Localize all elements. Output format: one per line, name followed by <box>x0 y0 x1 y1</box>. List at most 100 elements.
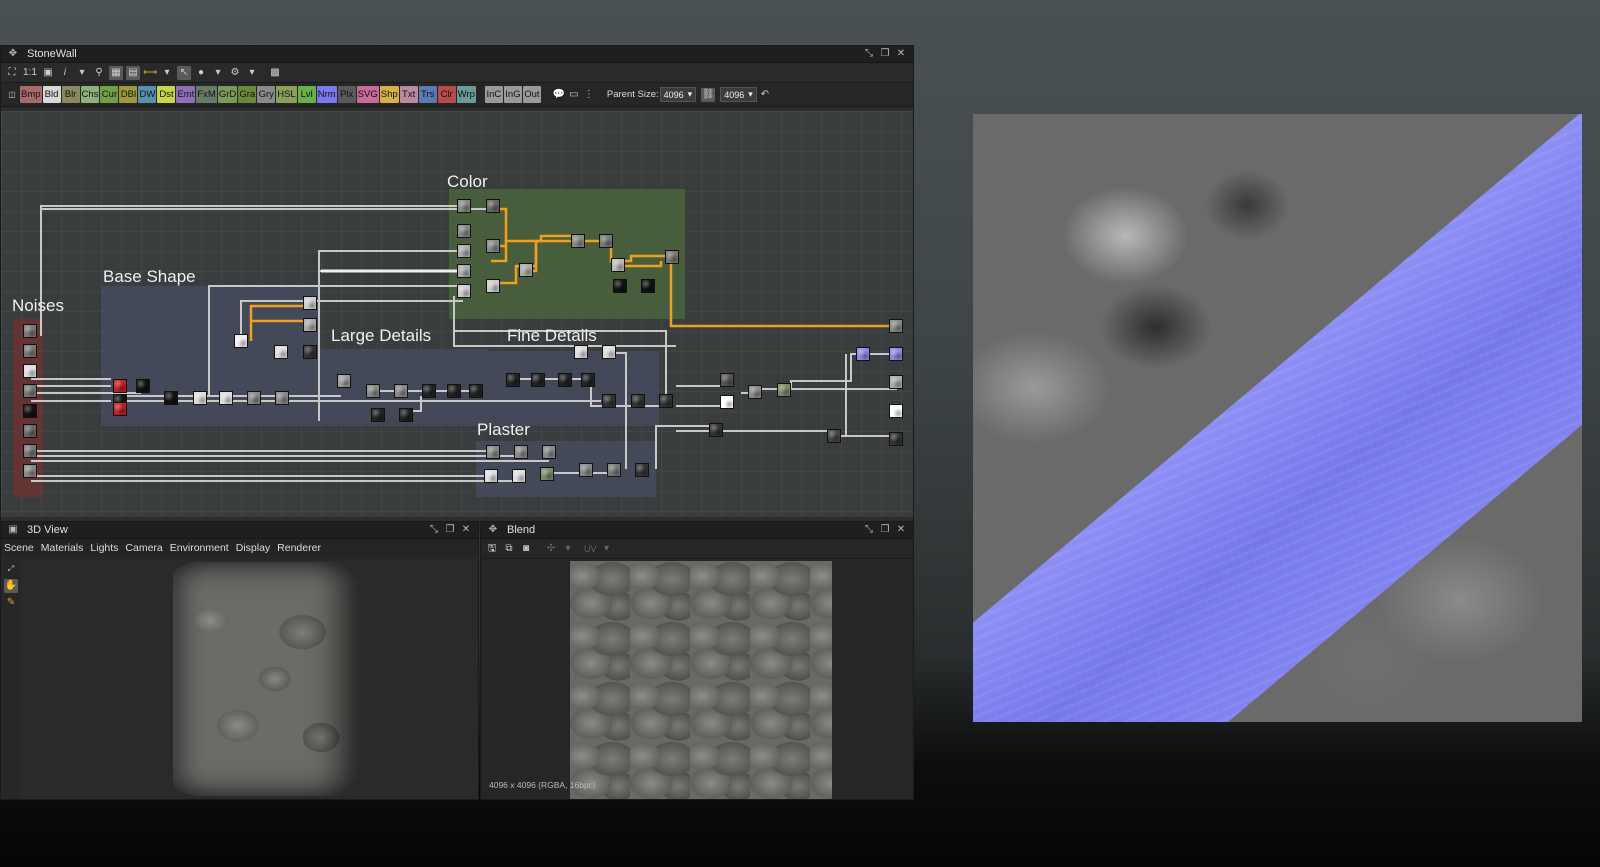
zoom-level[interactable]: 1:1 <box>22 66 38 80</box>
graph-node[interactable] <box>23 424 37 438</box>
graph-node[interactable] <box>457 244 471 258</box>
sphere-icon[interactable]: ● <box>194 66 208 80</box>
graph-node[interactable] <box>484 469 498 483</box>
parent-width-select[interactable]: 4096 ▾ <box>659 87 697 102</box>
graph-node[interactable] <box>457 284 471 298</box>
copy-icon[interactable]: ⧉ <box>502 542 516 556</box>
dropdown-icon[interactable]: ▾ <box>211 66 225 80</box>
close-icon[interactable]: ✕ <box>893 47 909 61</box>
move-icon[interactable]: ✥ <box>5 47 21 61</box>
export-icon[interactable]: ▩ <box>268 66 282 80</box>
graph-node[interactable] <box>371 408 385 422</box>
graph-node[interactable] <box>23 344 37 358</box>
graph-node[interactable] <box>631 394 645 408</box>
graph-node[interactable] <box>558 373 572 387</box>
graph-node[interactable] <box>574 345 588 359</box>
node-button-dst[interactable]: Dst <box>157 86 176 103</box>
node-button-wrp[interactable]: Wrp <box>456 86 476 103</box>
expand-icon[interactable]: ⤢ <box>4 562 18 576</box>
graph-node[interactable] <box>720 373 734 387</box>
layout-icon[interactable]: ▤ <box>126 65 140 80</box>
graph-node[interactable] <box>889 404 903 418</box>
graph-node[interactable] <box>827 429 841 443</box>
node-button-plx[interactable]: Plx <box>337 86 356 103</box>
graph-node[interactable] <box>113 402 127 416</box>
graph-node[interactable] <box>23 464 37 478</box>
dropdown-icon[interactable]: ▾ <box>160 66 174 80</box>
io-button-out[interactable]: Out <box>522 86 541 103</box>
graph-node[interactable] <box>469 384 483 398</box>
graph-node[interactable] <box>486 279 500 293</box>
graph-node[interactable] <box>889 319 903 333</box>
dropdown-icon[interactable]: ▾ <box>245 66 259 80</box>
fit-icon[interactable]: ⛶ <box>5 66 19 80</box>
dropdown-icon[interactable]: ▾ <box>561 542 575 556</box>
graph-node[interactable] <box>447 384 461 398</box>
frame-icon[interactable]: ▭ <box>567 88 581 102</box>
menu-camera[interactable]: Camera <box>125 542 162 554</box>
light-tool-icon[interactable]: ✎ <box>4 596 18 610</box>
node-button-cur[interactable]: Cur <box>100 86 119 103</box>
node-button-dw[interactable]: DW <box>138 86 157 103</box>
node-button-shp[interactable]: Shp <box>379 86 399 103</box>
graph-node[interactable] <box>399 408 413 422</box>
graph-node[interactable] <box>247 391 261 405</box>
graph-node[interactable] <box>571 234 585 248</box>
more-icon[interactable]: ⋮ <box>582 88 596 102</box>
node-button-gry[interactable]: Gry <box>257 86 276 103</box>
dropdown-icon[interactable]: ▾ <box>75 66 89 80</box>
link-size-icon[interactable]: ⛓ <box>701 87 716 102</box>
graph-node[interactable] <box>457 224 471 238</box>
node-button-txt[interactable]: Txt <box>399 86 418 103</box>
node-button-bld[interactable]: Bld <box>42 86 61 103</box>
graph-node[interactable] <box>486 239 500 253</box>
graph-node[interactable] <box>856 347 870 361</box>
graph-node[interactable] <box>540 467 554 481</box>
graph-node[interactable] <box>542 445 556 459</box>
collapse-icon[interactable]: ◫ <box>5 88 19 102</box>
menu-display[interactable]: Display <box>236 542 270 554</box>
gear-icon[interactable]: ⚙ <box>228 66 242 80</box>
node-button-trs[interactable]: Trs <box>418 86 437 103</box>
node-button-svg[interactable]: SVG <box>356 86 379 103</box>
node-button-fxm[interactable]: FxM <box>196 86 217 103</box>
viewport-3d[interactable] <box>21 560 478 799</box>
graph-node[interactable] <box>275 391 289 405</box>
close-icon[interactable]: ✕ <box>458 523 474 537</box>
parent-height-select[interactable]: 4096 ▾ <box>720 87 757 102</box>
graph-node[interactable] <box>23 324 37 338</box>
graph-node[interactable] <box>422 384 436 398</box>
search-icon[interactable]: ⚲ <box>92 66 106 80</box>
reset-icon[interactable]: ↶ <box>758 88 772 102</box>
info-icon[interactable]: 𝑖 <box>58 66 72 80</box>
pin-icon[interactable]: ⤡ <box>426 523 442 537</box>
graph-node[interactable] <box>23 404 37 418</box>
snapshot-icon[interactable]: ▣ <box>41 66 55 80</box>
pan-icon[interactable]: ✣ <box>544 542 558 556</box>
graph-node[interactable] <box>337 374 351 388</box>
dropdown-icon[interactable]: ▾ <box>600 542 614 556</box>
graph-node[interactable] <box>512 469 526 483</box>
close-icon[interactable]: ✕ <box>893 523 909 537</box>
float-icon[interactable]: ❐ <box>442 523 458 537</box>
menu-renderer[interactable]: Renderer <box>277 542 321 554</box>
menu-scene[interactable]: Scene <box>4 542 34 554</box>
float-icon[interactable]: ❐ <box>877 523 893 537</box>
graph-node[interactable] <box>366 384 380 398</box>
graph-node[interactable] <box>193 391 207 405</box>
graph-node[interactable] <box>659 394 673 408</box>
node-button-dbl[interactable]: DBl <box>119 86 138 103</box>
node-button-gra[interactable]: Gra <box>238 86 257 103</box>
pin-icon[interactable]: ⤡ <box>861 47 877 61</box>
menu-lights[interactable]: Lights <box>90 542 118 554</box>
pin-icon[interactable]: ⤡ <box>861 523 877 537</box>
graph-node[interactable] <box>602 345 616 359</box>
menu-environment[interactable]: Environment <box>170 542 229 554</box>
graph-node[interactable] <box>394 384 408 398</box>
graph-node[interactable] <box>219 391 233 405</box>
graph-node[interactable] <box>720 395 734 409</box>
graph-node[interactable] <box>136 379 150 393</box>
node-button-blr[interactable]: Blr <box>61 86 80 103</box>
graph-node[interactable] <box>613 279 627 293</box>
link-icon[interactable]: ⟷ <box>143 66 157 80</box>
